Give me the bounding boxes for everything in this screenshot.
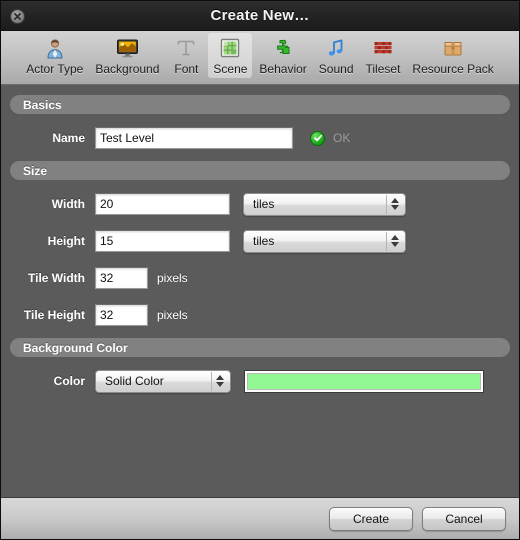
tile-height-input[interactable]: 32 bbox=[95, 304, 148, 326]
name-input[interactable]: Test Level bbox=[95, 127, 293, 149]
width-input[interactable]: 20 bbox=[95, 193, 230, 215]
actor-type-icon bbox=[42, 35, 68, 61]
dialog-body: Basics Name Test Level OK Size Width 20 … bbox=[1, 85, 519, 497]
chevron-updown-icon[interactable] bbox=[386, 194, 402, 214]
toolbar-item-tileset[interactable]: Tileset bbox=[361, 33, 406, 78]
width-unit-value: tiles bbox=[253, 197, 275, 211]
color-mode-select[interactable]: Solid Color bbox=[95, 369, 231, 393]
height-row: Height 15 tiles bbox=[10, 228, 510, 254]
section-size: Width 20 tiles Height 15 tiles Tile Widt… bbox=[10, 184, 510, 338]
toolbar-item-background[interactable]: Background bbox=[90, 33, 164, 78]
section-title: Background Color bbox=[23, 340, 128, 355]
toolbar-item-label: Behavior bbox=[259, 62, 307, 76]
height-unit-value: tiles bbox=[253, 234, 275, 248]
width-row: Width 20 tiles bbox=[10, 191, 510, 217]
section-title: Basics bbox=[23, 97, 62, 112]
dialog-footer: Create Cancel bbox=[1, 497, 519, 539]
font-icon bbox=[173, 35, 199, 61]
height-unit-select[interactable]: tiles bbox=[243, 229, 406, 253]
close-icon[interactable] bbox=[10, 9, 25, 24]
green-check-icon bbox=[310, 130, 325, 146]
tile-width-input[interactable]: 32 bbox=[95, 267, 148, 289]
status-badge: OK bbox=[333, 131, 351, 145]
sound-icon bbox=[323, 35, 349, 61]
color-swatch-fill bbox=[247, 372, 481, 390]
resource-pack-icon bbox=[440, 35, 466, 61]
section-basics: Name Test Level OK bbox=[10, 118, 510, 161]
color-row: Color Solid Color bbox=[10, 368, 510, 394]
chevron-updown-icon[interactable] bbox=[211, 371, 227, 391]
height-input[interactable]: 15 bbox=[95, 230, 230, 252]
color-swatch[interactable] bbox=[244, 369, 484, 393]
scene-icon bbox=[217, 35, 243, 61]
toolbar-item-scene[interactable]: Scene bbox=[208, 33, 253, 78]
color-label: Color bbox=[53, 374, 85, 388]
width-unit-select[interactable]: tiles bbox=[243, 192, 406, 216]
create-new-dialog: Create New… Actor Type Background Font S… bbox=[0, 0, 520, 540]
section-background-color: Color Solid Color bbox=[10, 361, 510, 404]
tileset-icon bbox=[370, 35, 396, 61]
height-label: Height bbox=[47, 234, 85, 248]
tile-height-row: Tile Height 32 pixels bbox=[10, 302, 510, 328]
toolbar-item-label: Actor Type bbox=[26, 62, 84, 76]
background-icon bbox=[114, 35, 140, 61]
toolbar-item-resource-pack[interactable]: Resource Pack bbox=[407, 33, 498, 78]
color-mode-value: Solid Color bbox=[105, 374, 164, 388]
toolbar-item-label: Tileset bbox=[365, 62, 401, 76]
section-header-size: Size bbox=[10, 161, 510, 180]
behavior-icon bbox=[270, 35, 296, 61]
chevron-updown-icon[interactable] bbox=[386, 231, 402, 251]
toolbar-item-font[interactable]: Font bbox=[166, 33, 206, 78]
section-header-basics: Basics bbox=[10, 95, 510, 114]
tile-width-row: Tile Width 32 pixels bbox=[10, 265, 510, 291]
toolbar-item-sound[interactable]: Sound bbox=[314, 33, 359, 78]
toolbar-item-label: Background bbox=[95, 62, 160, 76]
cancel-button[interactable]: Cancel bbox=[422, 506, 506, 531]
toolbar-item-label: Resource Pack bbox=[412, 62, 494, 76]
name-status: OK bbox=[310, 130, 351, 146]
window-title: Create New… bbox=[210, 7, 310, 24]
tile-width-unit: pixels bbox=[157, 271, 188, 285]
titlebar: Create New… bbox=[1, 1, 519, 31]
name-label: Name bbox=[52, 131, 85, 145]
tile-height-label: Tile Height bbox=[23, 308, 85, 322]
section-title: Size bbox=[23, 163, 48, 178]
toolbar: Actor Type Background Font Scene Behavio… bbox=[1, 31, 519, 85]
toolbar-item-behavior[interactable]: Behavior bbox=[254, 33, 311, 78]
name-row: Name Test Level OK bbox=[10, 125, 510, 151]
tile-height-unit: pixels bbox=[157, 308, 188, 322]
toolbar-item-label: Font bbox=[174, 62, 199, 76]
create-button[interactable]: Create bbox=[329, 506, 413, 531]
width-label: Width bbox=[51, 197, 85, 211]
toolbar-item-label: Sound bbox=[318, 62, 354, 76]
toolbar-item-actor-type[interactable]: Actor Type bbox=[21, 33, 88, 78]
toolbar-item-label: Scene bbox=[213, 62, 248, 76]
tile-width-label: Tile Width bbox=[28, 271, 85, 285]
section-header-background-color: Background Color bbox=[10, 338, 510, 357]
